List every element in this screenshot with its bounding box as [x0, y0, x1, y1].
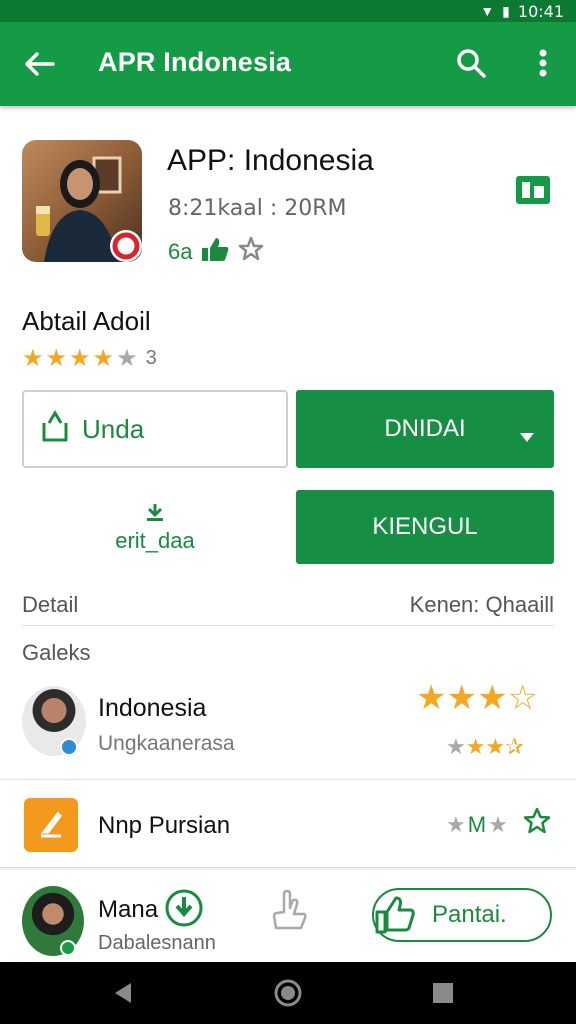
- thumb-up-icon[interactable]: [200, 236, 230, 268]
- app-rating-label: 6a: [168, 239, 193, 264]
- author-name: Abtail Adoil: [22, 306, 151, 336]
- star-icon: ★: [92, 345, 115, 372]
- hand-icon[interactable]: [270, 888, 310, 932]
- rating-count: 3: [145, 347, 157, 369]
- star-icon: ★: [69, 345, 91, 372]
- star-icon: ★: [416, 679, 447, 717]
- signal-icon: ▼: [480, 3, 495, 19]
- back-nav-icon[interactable]: [106, 976, 140, 1010]
- small-rating-stars: ★★★✰: [446, 734, 524, 760]
- bottom-card-subtitle: Dabalesnann: [98, 932, 216, 954]
- app-bar-title: APR Indonesia: [98, 47, 292, 77]
- thumb-up-icon: [372, 892, 418, 938]
- app-bar: APR Indonesia: [0, 22, 576, 106]
- app-badge-icon: [110, 230, 142, 262]
- meta-letter: M: [467, 812, 487, 837]
- app-meta: 8:21kaal : 20RM: [168, 196, 347, 221]
- battery-icon: ▮: [502, 2, 510, 19]
- verified-icon: [60, 738, 78, 756]
- star-outline-icon: ☆: [507, 679, 538, 717]
- online-indicator-icon: [60, 940, 76, 956]
- star-icon: ★: [446, 812, 466, 837]
- list-item[interactable]: Nnp Pursian ★ M ★: [0, 782, 576, 868]
- status-bar: ▼ ▮ 10:41: [0, 0, 576, 22]
- rating-stars: ★ ★ ★ ★ ★ 3: [22, 344, 157, 373]
- status-icons: ▼ ▮ 10:41: [480, 1, 564, 21]
- status-time: 10:41: [517, 1, 564, 21]
- details-row: Detail Kenen: Qhaaill: [22, 590, 554, 626]
- download-icon[interactable]: [164, 888, 204, 928]
- star-icon: ★: [45, 345, 68, 372]
- app-square-icon: [24, 798, 78, 852]
- download-icon: [144, 502, 166, 528]
- thumb-pill-label: Pantai.: [432, 901, 507, 928]
- star-icon: ★: [476, 679, 508, 717]
- details-right-label[interactable]: Kenen: Qhaaill: [410, 592, 554, 618]
- back-arrow-icon[interactable]: [22, 46, 58, 82]
- bottom-card-name: Mana: [98, 896, 159, 923]
- more-vert-icon[interactable]: [530, 44, 556, 82]
- list-item[interactable]: Indonesia Ungkaanerasa ★★★☆ ★★★✰: [0, 676, 576, 780]
- app-rating-row: 6a: [168, 236, 264, 268]
- recents-icon[interactable]: [426, 976, 460, 1010]
- star-icon: ★: [446, 679, 477, 717]
- list-item-meta: ★ M ★: [446, 812, 508, 838]
- star-outline-icon: ✰: [505, 734, 524, 759]
- star-icon: ★: [488, 812, 508, 837]
- system-nav-bar: [0, 962, 576, 1024]
- star-icon: ★: [116, 345, 138, 372]
- secondary-primary-button-label: KIENGUL: [372, 513, 478, 540]
- list-item-name: Indonesia: [98, 694, 207, 722]
- home-icon[interactable]: [271, 976, 305, 1010]
- secondary-primary-button[interactable]: KIENGUL: [296, 490, 554, 564]
- details-label: Detail: [22, 592, 79, 617]
- app-name: APP: Indonesia: [167, 144, 374, 177]
- star-icon: ★: [22, 345, 44, 372]
- star-icon: ★: [485, 734, 506, 759]
- list-item-subtitle: Ungkaanerasa: [98, 732, 235, 755]
- star-icon: ★: [465, 734, 486, 759]
- upload-button-label: Unda: [82, 413, 145, 444]
- section-label: Galeks: [22, 640, 91, 665]
- install-button[interactable]: DNIDAI: [296, 390, 554, 468]
- secondary-action-label: erit_daa: [115, 528, 195, 553]
- list-item-name: Nnp Pursian: [98, 812, 231, 839]
- star-outline-icon[interactable]: [522, 806, 552, 836]
- chevron-down-icon[interactable]: [520, 422, 534, 450]
- rank-star-icon[interactable]: [238, 236, 264, 268]
- install-button-label: DNIDAI: [384, 415, 466, 442]
- bottom-card: Mana Dabalesnann Pantai.: [0, 870, 576, 962]
- upload-button[interactable]: Unda: [22, 390, 288, 468]
- secondary-action[interactable]: erit_daa: [22, 490, 288, 566]
- app-header: APP: Indonesia 8:21kaal : 20RM 6a: [22, 140, 556, 264]
- thumb-pill-button[interactable]: Pantai.: [372, 888, 552, 942]
- search-icon[interactable]: [452, 44, 490, 82]
- bookmark-icon[interactable]: [514, 174, 552, 206]
- big-rating-stars: ★★★☆: [416, 678, 538, 718]
- upload-icon: [40, 409, 70, 450]
- star-icon: ★: [446, 734, 466, 759]
